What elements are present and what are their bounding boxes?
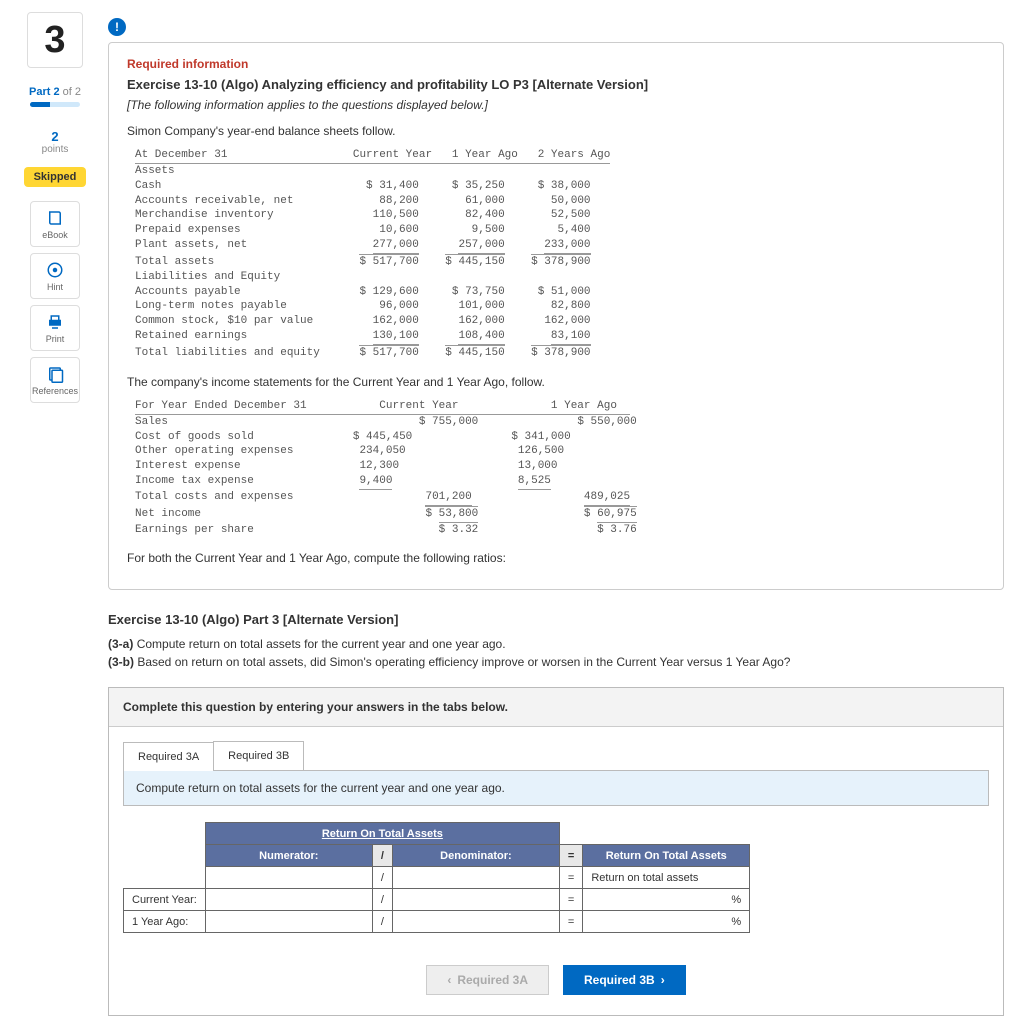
part-label: Part 2 of 2: [29, 86, 81, 98]
preface: [The following information applies to th…: [127, 98, 985, 112]
py-result-input[interactable]: %: [583, 911, 750, 933]
part3-title: Exercise 13-10 (Algo) Part 3 [Alternate …: [108, 612, 1004, 627]
requirement-3a: (3-a) (3-a) Compute return on total asse…: [108, 637, 1004, 651]
income-statement-table: For Year Ended December 31 Current Year …: [135, 399, 985, 538]
denominator-label-input[interactable]: [392, 867, 559, 889]
py-denominator-input[interactable]: [392, 911, 559, 933]
chevron-left-icon: ‹: [447, 973, 451, 987]
points-label: points: [42, 144, 69, 155]
required-information-label: Required information: [127, 57, 985, 71]
hint-icon: [46, 261, 64, 279]
requirement-3b: (3-b) Based on return on total assets, d…: [108, 655, 1004, 669]
cy-result-input[interactable]: %: [583, 889, 750, 911]
balance-sheet-table: At December 31 Current Year 1 Year Ago 2…: [135, 148, 985, 361]
info-icon: !: [108, 18, 126, 36]
tab-required-3a[interactable]: Required 3A: [123, 742, 214, 771]
nav-next-button[interactable]: Required 3B ›: [563, 965, 686, 995]
result-label: Return on total assets: [583, 867, 750, 889]
numerator-header: Numerator:: [205, 845, 372, 867]
denominator-header: Denominator:: [392, 845, 559, 867]
nav-prev-button: ‹ Required 3A: [426, 965, 549, 995]
ratios-instruction: For both the Current Year and 1 Year Ago…: [127, 551, 985, 565]
points-value: 2: [51, 129, 58, 144]
references-icon: [46, 365, 64, 383]
answer-header: Complete this question by entering your …: [109, 688, 1003, 727]
income-intro: The company's income statements for the …: [127, 375, 985, 389]
book-icon: [46, 209, 64, 227]
question-number: 3: [27, 12, 83, 68]
row-current-year-label: Current Year:: [124, 889, 206, 911]
skipped-badge: Skipped: [24, 167, 87, 187]
cy-denominator-input[interactable]: [392, 889, 559, 911]
progress-bar: [30, 102, 80, 107]
numerator-label-input[interactable]: [205, 867, 372, 889]
chevron-right-icon: ›: [661, 973, 665, 987]
cy-numerator-input[interactable]: [205, 889, 372, 911]
row-prior-year-label: 1 Year Ago:: [124, 911, 206, 933]
tab-required-3b[interactable]: Required 3B: [213, 741, 304, 770]
calc-main-header: Return On Total Assets: [205, 823, 559, 845]
answer-area: Complete this question by entering your …: [108, 687, 1004, 1016]
ebook-button[interactable]: eBook: [30, 201, 80, 247]
tab-instruction: Compute return on total assets for the c…: [123, 771, 989, 806]
result-header: Return On Total Assets: [583, 845, 750, 867]
references-button[interactable]: References: [30, 357, 80, 403]
py-numerator-input[interactable]: [205, 911, 372, 933]
exercise-title: Exercise 13-10 (Algo) Analyzing efficien…: [127, 77, 985, 92]
balance-intro: Simon Company's year-end balance sheets …: [127, 124, 985, 138]
print-icon: [46, 313, 64, 331]
hint-button[interactable]: Hint: [30, 253, 80, 299]
return-on-assets-table: Return On Total Assets Numerator: / Deno…: [123, 822, 750, 933]
print-button[interactable]: Print: [30, 305, 80, 351]
question-panel: Required information Exercise 13-10 (Alg…: [108, 42, 1004, 590]
